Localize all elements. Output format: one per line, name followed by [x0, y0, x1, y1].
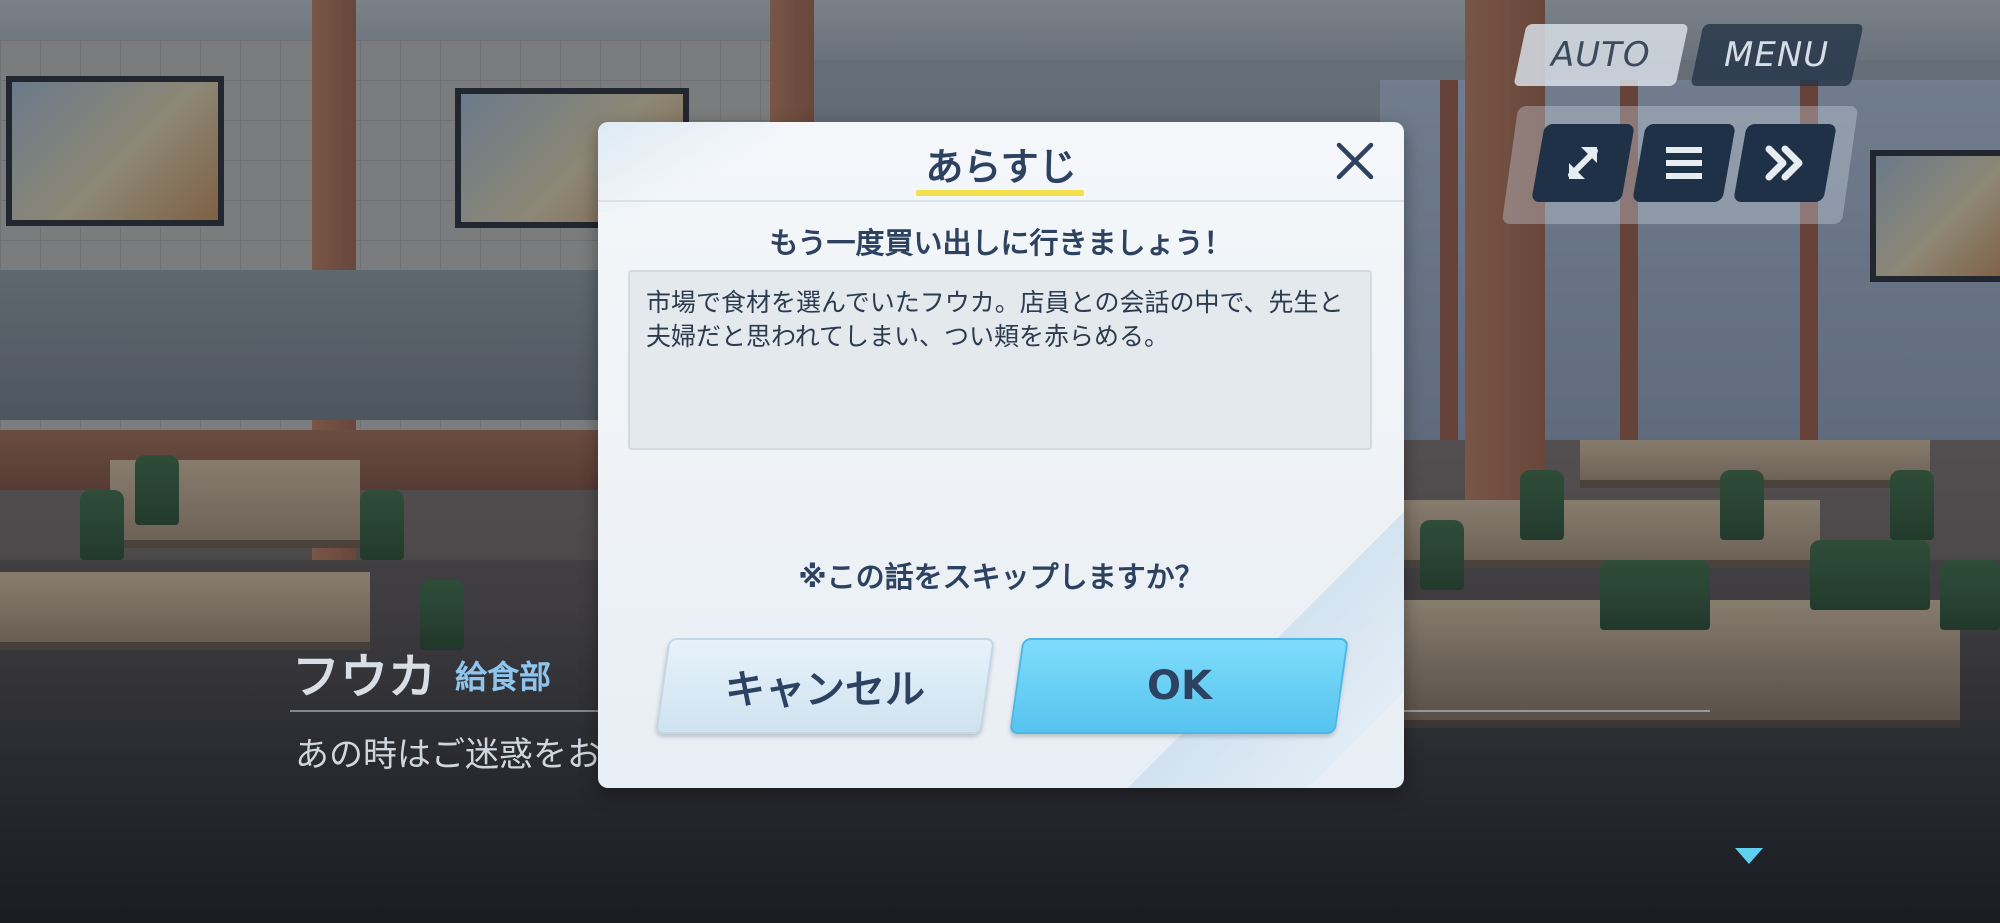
auto-label: AUTO: [1551, 35, 1651, 75]
title-underline: [916, 190, 1084, 196]
synopsis-modal: あらすじ もう一度買い出しに行きましょう！ 市場で食材を選んでいたフウカ。店員と…: [598, 122, 1404, 788]
close-icon: [1336, 142, 1374, 180]
log-button[interactable]: [1632, 124, 1736, 202]
menu-button[interactable]: MENU: [1690, 24, 1864, 86]
close-button[interactable]: [1332, 138, 1378, 184]
cancel-label: キャンセル: [725, 667, 925, 713]
fullscreen-button[interactable]: [1531, 124, 1635, 202]
menu-label: MENU: [1724, 35, 1830, 75]
speaker-name: フウカ: [292, 649, 437, 705]
speaker-club: 給食部: [455, 658, 552, 696]
episode-title: もう一度買い出しに行きましょう！: [769, 226, 1233, 260]
ok-label: OK: [1146, 663, 1212, 709]
skip-confirm-text: ※この話をスキップしますか？: [798, 560, 1204, 594]
auto-button[interactable]: AUTO: [1513, 24, 1689, 86]
synopsis-text: 市場で食材を選んでいたフウカ。店員との会話の中で、先生と夫婦だと思われてしまい、…: [628, 270, 1372, 450]
fast-forward-icon: [1765, 145, 1803, 181]
ok-button[interactable]: OK: [1009, 638, 1349, 734]
cancel-button[interactable]: キャンセル: [655, 638, 995, 734]
log-icon: [1666, 147, 1702, 179]
next-indicator-icon[interactable]: [1735, 848, 1763, 864]
modal-title: あらすじ: [925, 145, 1077, 189]
fast-forward-button[interactable]: [1733, 124, 1837, 202]
fullscreen-icon: [1568, 147, 1598, 179]
dialogue-text: あの時はご迷惑をお: [295, 735, 601, 775]
